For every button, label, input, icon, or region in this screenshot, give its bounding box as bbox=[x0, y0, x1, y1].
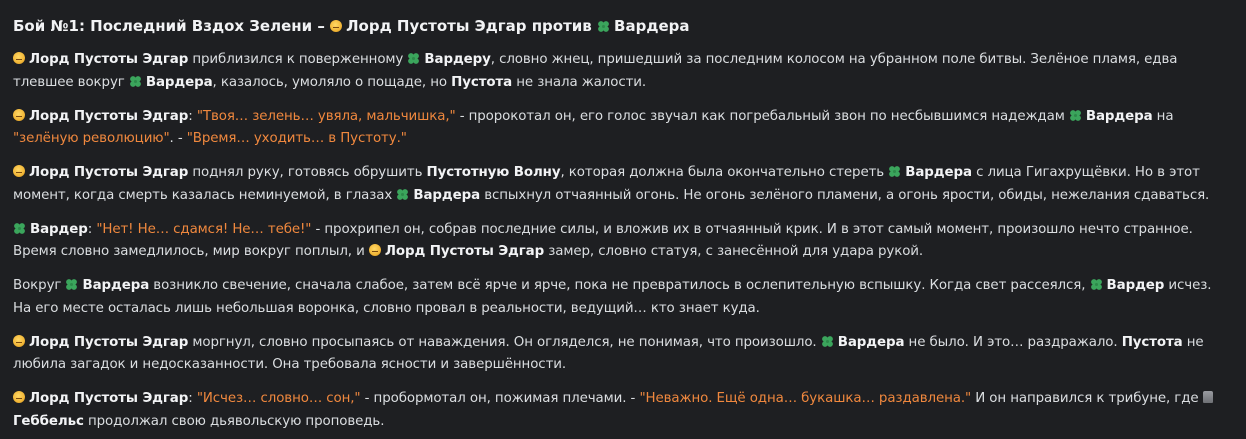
quote: "Неважно. Ещё одна… букашка… раздавлена.… bbox=[639, 391, 972, 406]
lord-name: Лорд Пустоты Эдгар bbox=[29, 52, 189, 67]
quote: "Время… уходить… в Пустоту." bbox=[186, 131, 407, 146]
moai-icon bbox=[1202, 391, 1213, 403]
text: моргнул, словно просыпаясь от наваждения… bbox=[188, 334, 821, 350]
text: И он направился к трибуне, где bbox=[971, 391, 1203, 406]
text: не знала жалости. bbox=[512, 74, 647, 90]
paragraph-3: Лорд Пустоты Эдгар поднял руку, готовясь… bbox=[13, 162, 1232, 207]
four-leaf-clover-icon bbox=[396, 188, 409, 201]
text: поднял руку, готовясь обрушить bbox=[188, 165, 427, 180]
paragraph-4: Вардер: "Нет! Не… сдамся! Не… тебе!" - п… bbox=[13, 219, 1232, 264]
smiling-face-icon bbox=[368, 244, 381, 256]
lord-name: Лорд Пустоты Эдгар bbox=[29, 334, 189, 350]
text: на bbox=[1152, 108, 1174, 124]
paragraph-2: Лорд Пустоты Эдгар: "Твоя… зелень… увяла… bbox=[13, 106, 1232, 151]
four-leaf-clover-icon bbox=[1069, 109, 1082, 122]
void-wave: Пустотную Волну bbox=[426, 165, 561, 180]
paragraph-6: Лорд Пустоты Эдгар моргнул, словно просы… bbox=[13, 332, 1232, 377]
varder-name: Вардера bbox=[413, 187, 481, 203]
smiling-face-icon bbox=[13, 108, 25, 121]
text: замер, словно статуя, с занесённой для у… bbox=[544, 244, 924, 259]
varder-name: Вардера bbox=[837, 334, 905, 350]
smiling-face-icon bbox=[13, 334, 25, 347]
lord-name: Лорд Пустоты Эдгар bbox=[29, 108, 189, 124]
paragraph-1: Лорд Пустоты Эдгар приблизился к поверже… bbox=[13, 49, 1232, 94]
title-varder: Вардера bbox=[614, 17, 690, 35]
text: : bbox=[87, 221, 93, 237]
varder-name: Вардера bbox=[1085, 108, 1153, 124]
lord-name: Лорд Пустоты Эдгар bbox=[384, 244, 545, 259]
text: . - bbox=[169, 131, 187, 146]
quote: "Твоя… зелень… увяла, мальчишка," bbox=[196, 108, 456, 124]
text: приблизился к поверженному bbox=[188, 52, 408, 67]
text: - пробормотал он, пожимая плечами. - bbox=[360, 391, 640, 406]
void-name: Пустота bbox=[1121, 334, 1183, 350]
text: , которая должна была окончательно стере… bbox=[560, 165, 889, 180]
smiling-face-icon bbox=[13, 165, 25, 177]
varder-name: Вардер bbox=[30, 221, 88, 237]
varder-name: Вардеру bbox=[424, 52, 491, 67]
chat-message: Бой №1: Последний Вздох Зелени – Лорд Пу… bbox=[0, 0, 1246, 433]
varder-name: Вардер bbox=[1106, 278, 1165, 293]
lord-name: Лорд Пустоты Эдгар bbox=[29, 165, 189, 180]
text: продолжал свою дьявольскую проповедь. bbox=[83, 413, 385, 429]
four-leaf-clover-icon bbox=[1090, 278, 1103, 291]
paragraph-5: Вокруг Вардера возникло свечение, сначал… bbox=[13, 275, 1232, 320]
quote: "Исчез… словно… сон," bbox=[196, 391, 361, 406]
text: , казалось, умоляло о пощаде, но bbox=[212, 74, 452, 90]
quote: "зелёную революцию" bbox=[13, 131, 170, 146]
text: вспыхнул отчаянный огонь. Не огонь зелён… bbox=[480, 187, 1210, 203]
smiling-face-icon bbox=[330, 20, 343, 32]
text: - пророкотал он, его голос звучал как по… bbox=[455, 108, 1069, 124]
title-against: против bbox=[531, 17, 592, 35]
four-leaf-clover-icon bbox=[407, 52, 420, 65]
smiling-face-icon bbox=[13, 52, 25, 64]
four-leaf-clover-icon bbox=[129, 75, 142, 88]
paragraph-7: Лорд Пустоты Эдгар: "Исчез… словно… сон,… bbox=[13, 388, 1232, 433]
varder-name: Вардера bbox=[82, 278, 150, 293]
four-leaf-clover-icon bbox=[597, 20, 610, 33]
varder-name: Вардера bbox=[145, 74, 213, 90]
varder-name: Вардера bbox=[905, 165, 972, 180]
four-leaf-clover-icon bbox=[65, 278, 78, 291]
quote: "Нет! Не… сдамся! Не… тебе!" bbox=[96, 221, 312, 237]
text: Вокруг bbox=[13, 278, 66, 293]
title-text: Бой №1: Последний Вздох Зелени – bbox=[13, 17, 325, 35]
title-lord: Лорд Пустоты Эдгар bbox=[346, 17, 527, 35]
text: возникло свечение, сначала слабое, затем… bbox=[149, 278, 1090, 293]
text: не было. И это… раздражало. bbox=[904, 334, 1122, 350]
void-name: Пустота bbox=[451, 74, 513, 90]
lord-name: Лорд Пустоты Эдгар bbox=[29, 391, 189, 406]
four-leaf-clover-icon bbox=[13, 222, 26, 235]
text: : bbox=[188, 391, 193, 406]
four-leaf-clover-icon bbox=[888, 165, 901, 178]
smiling-face-icon bbox=[13, 391, 25, 403]
four-leaf-clover-icon bbox=[821, 335, 834, 348]
goebbels-name: Геббельс bbox=[13, 413, 84, 429]
message-title: Бой №1: Последний Вздох Зелени – Лорд Пу… bbox=[13, 14, 1232, 38]
text: : bbox=[188, 108, 193, 124]
